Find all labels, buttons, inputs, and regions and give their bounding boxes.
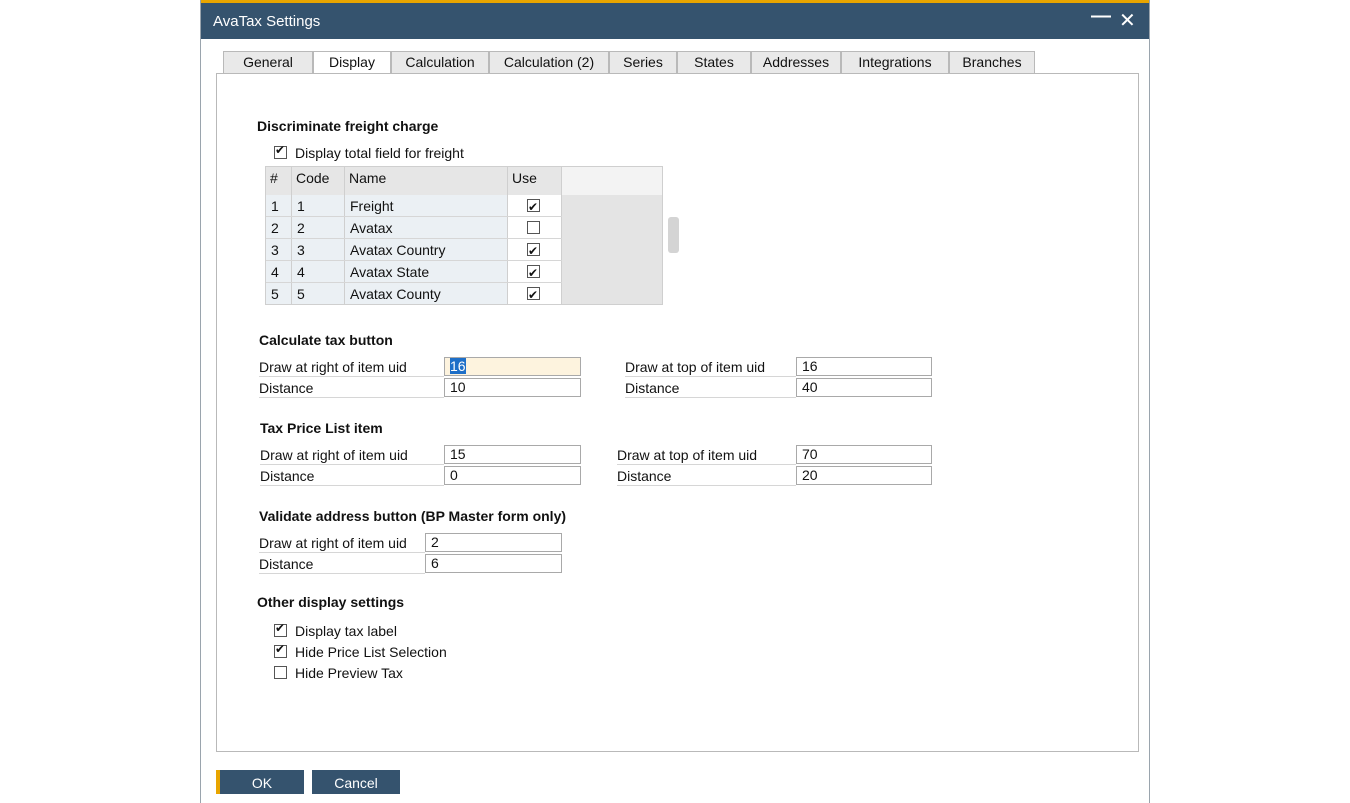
display-total-freight-checkbox[interactable]	[274, 143, 287, 159]
table-row[interactable]: 4 4 Avatax State	[266, 261, 562, 284]
price-list-right-label: Draw at right of item uid	[260, 447, 408, 463]
row-use-cell	[508, 283, 562, 306]
validate-distance-label: Distance	[259, 556, 314, 572]
tab-integrations[interactable]: Integrations	[841, 51, 949, 73]
tab-calculation[interactable]: Calculation	[391, 51, 489, 73]
calc-tax-distance2-field[interactable]: 40	[796, 378, 932, 397]
row-name: Avatax Country	[345, 239, 508, 260]
row-num: 1	[266, 195, 292, 216]
row-code: 4	[292, 261, 345, 282]
validate-distance-field[interactable]: 6	[425, 554, 562, 573]
row-code: 5	[292, 283, 345, 304]
price-list-distance-field[interactable]: 0	[444, 466, 581, 485]
tab-branches[interactable]: Branches	[949, 51, 1035, 73]
divider	[259, 376, 444, 377]
table-row[interactable]: 1 1 Freight	[266, 195, 562, 218]
divider	[260, 485, 444, 486]
row-name: Avatax State	[345, 261, 508, 282]
display-total-freight-label: Display total field for freight	[295, 145, 464, 161]
calc-tax-distance-field[interactable]: 10	[444, 378, 581, 397]
divider	[625, 376, 796, 377]
row-num: 2	[266, 217, 292, 238]
use-checkbox[interactable]	[527, 196, 540, 218]
divider	[259, 552, 425, 553]
grid-header-filler	[562, 167, 662, 195]
tab-general[interactable]: General	[223, 51, 313, 73]
row-name: Avatax	[345, 217, 508, 238]
freight-grid: # Code Name Use 1 1 Freight 2 2 Avatax	[265, 166, 663, 306]
other-section-title: Other display settings	[257, 594, 405, 610]
divider	[617, 485, 796, 486]
row-code: 1	[292, 195, 345, 216]
use-checkbox[interactable]	[527, 284, 540, 306]
use-checkbox[interactable]	[527, 262, 540, 284]
validate-right-label: Draw at right of item uid	[259, 535, 407, 551]
price-list-top-field[interactable]: 70	[796, 445, 932, 464]
cancel-button[interactable]: Cancel	[312, 770, 400, 794]
table-row[interactable]: 5 5 Avatax County	[266, 283, 562, 306]
avatax-settings-window: AvaTax Settings — ✕ General Display Calc…	[200, 0, 1150, 803]
tab-display[interactable]: Display	[313, 51, 391, 74]
calc-tax-section-title: Calculate tax button	[259, 332, 393, 348]
price-list-right-field[interactable]: 15	[444, 445, 581, 464]
row-name: Freight	[345, 195, 508, 216]
divider	[625, 397, 796, 398]
row-use-cell	[508, 217, 562, 238]
calc-tax-distance-label: Distance	[259, 380, 314, 396]
hide-price-list-checkbox[interactable]	[274, 642, 287, 658]
tab-addresses[interactable]: Addresses	[751, 51, 841, 73]
display-tax-label-text: Display tax label	[295, 623, 397, 639]
row-num: 3	[266, 239, 292, 260]
use-checkbox[interactable]	[527, 221, 540, 234]
grid-scrollbar-thumb[interactable]	[668, 217, 679, 253]
row-use-cell	[508, 261, 562, 284]
calc-tax-top-label: Draw at top of item uid	[625, 359, 766, 375]
price-list-top-label: Draw at top of item uid	[617, 447, 758, 463]
hide-preview-tax-text: Hide Preview Tax	[295, 665, 403, 681]
divider	[260, 464, 444, 465]
display-tab-panel: Discriminate freight charge Display tota…	[216, 73, 1139, 752]
validate-section-title: Validate address button (BP Master form …	[259, 508, 567, 524]
use-checkbox[interactable]	[527, 240, 540, 262]
tab-states[interactable]: States	[677, 51, 751, 73]
calc-tax-right-field[interactable]: 16	[444, 357, 581, 376]
hide-preview-tax-checkbox[interactable]	[274, 666, 287, 679]
row-use-cell	[508, 195, 562, 218]
divider	[259, 397, 444, 398]
price-list-section-title: Tax Price List item	[260, 420, 383, 436]
table-row[interactable]: 2 2 Avatax	[266, 217, 562, 239]
price-list-distance-label: Distance	[260, 468, 315, 484]
minimize-icon[interactable]: —	[1091, 5, 1111, 28]
validate-right-field[interactable]: 2	[425, 533, 562, 552]
title-bar: AvaTax Settings — ✕	[201, 0, 1149, 39]
hide-price-list-text: Hide Price List Selection	[295, 644, 447, 660]
row-code: 2	[292, 217, 345, 238]
display-tax-label-checkbox[interactable]	[274, 621, 287, 637]
grid-header-use[interactable]: Use	[508, 167, 562, 195]
calc-tax-right-value: 16	[450, 358, 466, 374]
ok-button[interactable]: OK	[216, 770, 304, 794]
window-title: AvaTax Settings	[213, 13, 321, 30]
tab-calculation-2[interactable]: Calculation (2)	[489, 51, 609, 73]
calc-tax-right-label: Draw at right of item uid	[259, 359, 407, 375]
row-num: 4	[266, 261, 292, 282]
calc-tax-top-field[interactable]: 16	[796, 357, 932, 376]
row-num: 5	[266, 283, 292, 304]
table-row[interactable]: 3 3 Avatax Country	[266, 239, 562, 262]
row-name: Avatax County	[345, 283, 508, 304]
divider	[617, 464, 796, 465]
close-icon[interactable]: ✕	[1119, 8, 1136, 33]
grid-header-num[interactable]: #	[266, 167, 292, 195]
divider	[259, 573, 425, 574]
freight-section-title: Discriminate freight charge	[257, 118, 439, 134]
tab-series[interactable]: Series	[609, 51, 677, 73]
row-code: 3	[292, 239, 345, 260]
price-list-distance2-label: Distance	[617, 468, 672, 484]
calc-tax-distance2-label: Distance	[625, 380, 680, 396]
grid-header-name[interactable]: Name	[345, 167, 508, 195]
grid-header-code[interactable]: Code	[292, 167, 345, 195]
price-list-distance2-field[interactable]: 20	[796, 466, 932, 485]
row-use-cell	[508, 239, 562, 262]
